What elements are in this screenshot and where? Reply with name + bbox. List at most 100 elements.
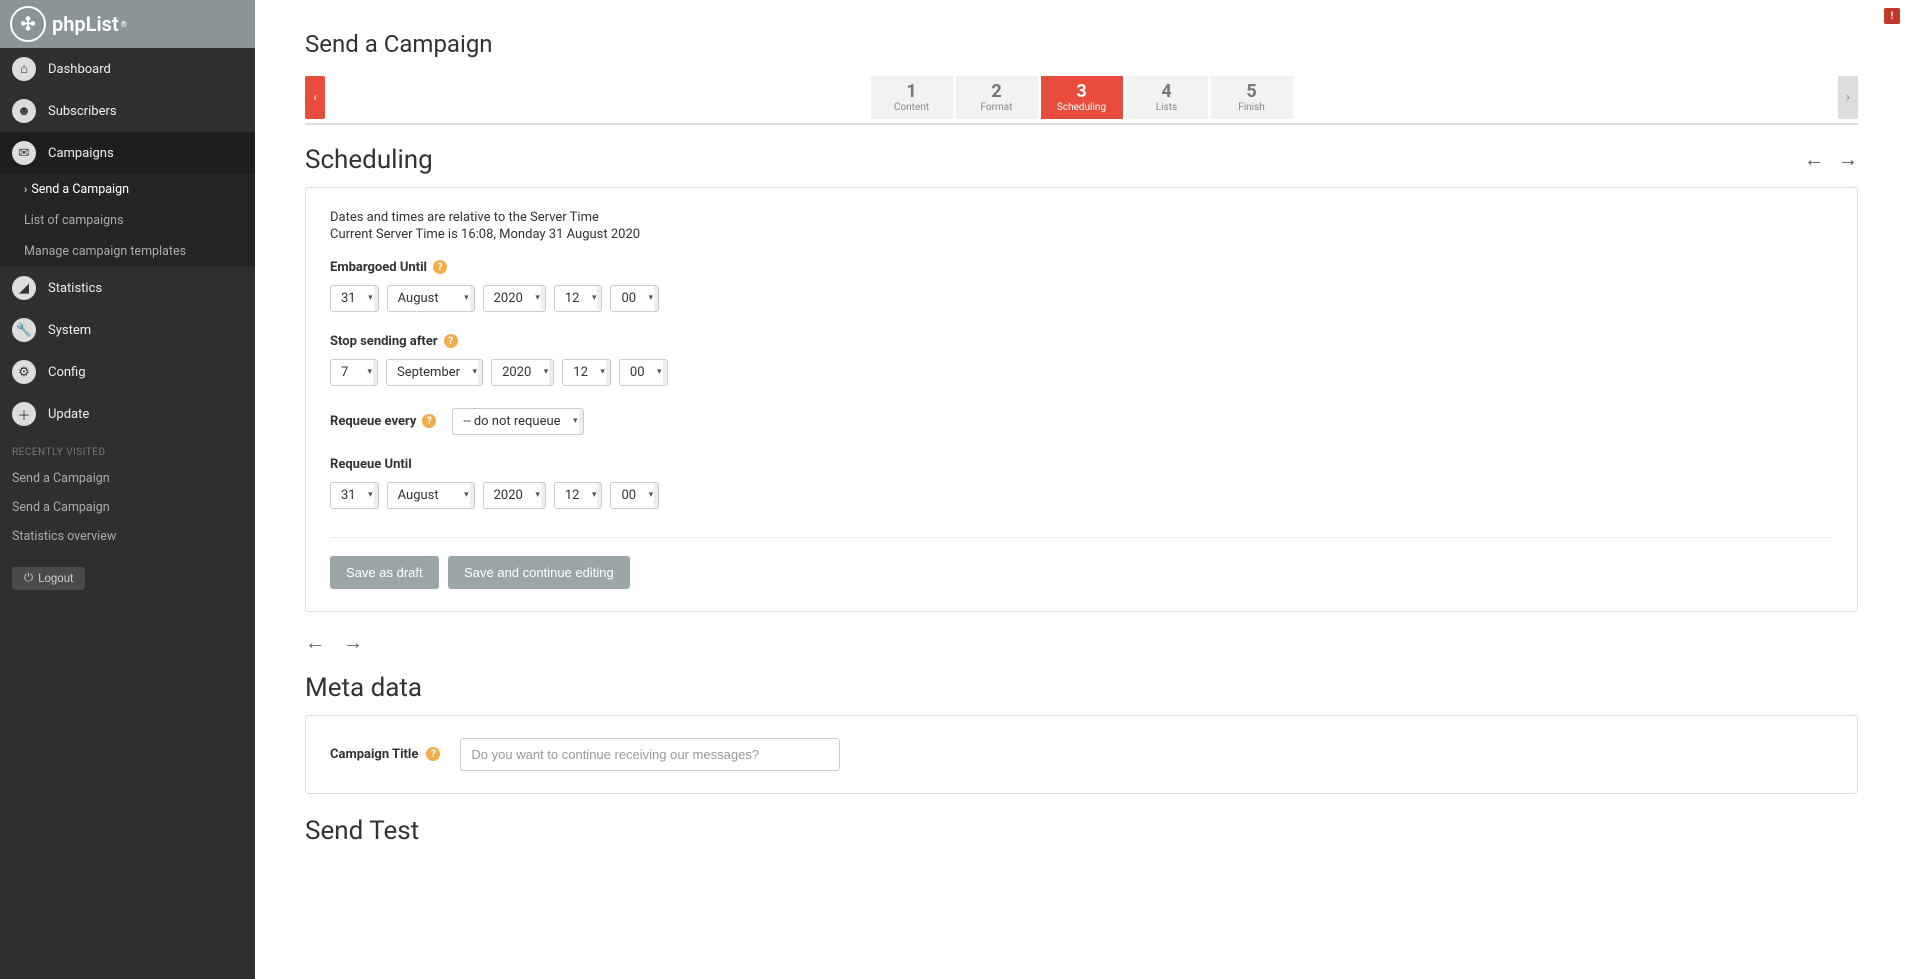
section-prev-arrow[interactable]: ← — [1804, 147, 1824, 172]
stop-year-select[interactable]: 2020 — [491, 359, 554, 386]
help-icon[interactable]: ? — [433, 260, 447, 274]
save-draft-button[interactable]: Save as draft — [330, 556, 439, 589]
wizard-tabs: ‹ 1 Content 2 Format 3 Scheduling 4 List… — [305, 76, 1858, 119]
wizard-label: Content — [875, 102, 949, 113]
requeue-every-select[interactable]: -- do not requeue — [452, 408, 583, 435]
embargoed-day-select[interactable]: 31 — [330, 285, 379, 312]
embargoed-year-select[interactable]: 2020 — [483, 285, 546, 312]
recent-item[interactable]: Send a Campaign — [0, 464, 255, 493]
server-time-note: Dates and times are relative to the Serv… — [330, 210, 1833, 225]
send-test-title: Send Test — [305, 816, 1858, 846]
stop-minute-select[interactable]: 00 — [619, 359, 668, 386]
meta-data-panel: Campaign Title ? — [305, 715, 1858, 794]
section-nav-arrows: ← → — [1804, 147, 1858, 172]
chart-icon: ◢ — [12, 276, 36, 300]
requeue-every-label: Requeue every ? — [330, 414, 436, 429]
campaign-title-input[interactable] — [460, 738, 840, 771]
subnav-label: Send a Campaign — [31, 182, 129, 197]
wizard-tab-finish[interactable]: 5 Finish — [1211, 76, 1293, 119]
chevron-right-icon: › — [24, 183, 27, 196]
logo[interactable]: ✣ phpList® — [10, 6, 127, 42]
wizard-label: Finish — [1215, 102, 1289, 113]
stop-day-select[interactable]: 7 — [330, 359, 378, 386]
nav-update[interactable]: ＋ Update — [0, 393, 255, 435]
wrench-icon: 🔧 — [12, 318, 36, 342]
help-icon[interactable]: ? — [426, 747, 440, 761]
subnav-label: List of campaigns — [24, 213, 124, 228]
nav-label: Subscribers — [48, 104, 117, 119]
nav-config[interactable]: ⚙ Config — [0, 351, 255, 393]
campaign-title-label: Campaign Title — [330, 747, 418, 762]
help-icon[interactable]: ? — [444, 334, 458, 348]
wizard-num: 5 — [1215, 82, 1289, 102]
brand-name: phpList — [52, 12, 119, 36]
nav-label: Statistics — [48, 281, 102, 296]
user-icon: ☻ — [12, 99, 36, 123]
wizard-tab-lists[interactable]: 4 Lists — [1126, 76, 1208, 119]
nav-label: Update — [48, 407, 89, 422]
save-continue-button[interactable]: Save and continue editing — [448, 556, 630, 589]
logout-label: Logout — [38, 573, 73, 585]
subnav-list-campaigns[interactable]: List of campaigns — [0, 205, 255, 236]
bottom-nav: ← → — [305, 630, 1858, 655]
section-next-arrow[interactable]: → — [1838, 147, 1858, 172]
embargoed-label: Embargoed Until ? — [330, 260, 1833, 275]
stop-sending-label: Stop sending after ? — [330, 334, 1833, 349]
nav-statistics[interactable]: ◢ Statistics — [0, 267, 255, 309]
nav-label: Campaigns — [48, 146, 114, 161]
wizard-underline — [305, 123, 1858, 125]
gear-icon: ⚙ — [12, 360, 36, 384]
nav-dashboard[interactable]: ⌂ Dashboard — [0, 48, 255, 90]
nav-label: Config — [48, 365, 86, 380]
help-icon[interactable]: ? — [422, 414, 436, 428]
sidebar-header: ✣ phpList® — [0, 0, 255, 48]
bottom-prev-arrow[interactable]: ← — [305, 630, 325, 655]
nav-subscribers[interactable]: ☻ Subscribers — [0, 90, 255, 132]
embargoed-hour-select[interactable]: 12 — [554, 285, 603, 312]
embargoed-minute-select[interactable]: 00 — [610, 285, 659, 312]
requeue-day-select[interactable]: 31 — [330, 482, 379, 509]
wizard-label: Format — [960, 102, 1034, 113]
campaigns-submenu: › Send a Campaign List of campaigns Mana… — [0, 174, 255, 267]
stop-date-row: 7 September 2020 12 00 — [330, 359, 1833, 386]
wizard-num: 4 — [1130, 82, 1204, 102]
error-badge[interactable]: ! — [1884, 8, 1900, 24]
recent-item[interactable]: Statistics overview — [0, 522, 255, 551]
wizard-prev-button[interactable]: ‹ — [305, 76, 325, 119]
wizard-tab-scheduling[interactable]: 3 Scheduling — [1041, 76, 1123, 119]
bottom-next-arrow[interactable]: → — [343, 630, 363, 655]
wizard-label: Lists — [1130, 102, 1204, 113]
page-title: Send a Campaign — [305, 30, 1858, 58]
plus-icon: ＋ — [12, 402, 36, 426]
requeue-hour-select[interactable]: 12 — [554, 482, 603, 509]
wizard-num: 2 — [960, 82, 1034, 102]
wizard-tab-format[interactable]: 2 Format — [956, 76, 1038, 119]
server-time-value: Current Server Time is 16:08, Monday 31 … — [330, 227, 1833, 242]
nav-system[interactable]: 🔧 System — [0, 309, 255, 351]
home-icon: ⌂ — [12, 57, 36, 81]
nav-label: System — [48, 323, 91, 338]
recent-item[interactable]: Send a Campaign — [0, 493, 255, 522]
stop-month-select[interactable]: September — [386, 359, 483, 386]
logout-button[interactable]: ⏻ Logout — [12, 567, 85, 590]
subnav-templates[interactable]: Manage campaign templates — [0, 236, 255, 267]
nav-campaigns[interactable]: ✉ Campaigns — [0, 132, 255, 174]
requeue-minute-select[interactable]: 00 — [610, 482, 659, 509]
requeue-until-label: Requeue Until — [330, 457, 1833, 472]
subnav-label: Manage campaign templates — [24, 244, 186, 259]
embargoed-month-select[interactable]: August — [387, 285, 475, 312]
subnav-send-campaign[interactable]: › Send a Campaign — [0, 174, 255, 205]
envelope-icon: ✉ — [12, 141, 36, 165]
stop-hour-select[interactable]: 12 — [562, 359, 611, 386]
requeue-until-date-row: 31 August 2020 12 00 — [330, 482, 1833, 509]
wizard-label: Scheduling — [1045, 102, 1119, 113]
wizard-num: 1 — [875, 82, 949, 102]
wizard-tab-content[interactable]: 1 Content — [871, 76, 953, 119]
requeue-year-select[interactable]: 2020 — [483, 482, 546, 509]
divider — [330, 537, 1833, 538]
main-content: Send a Campaign ‹ 1 Content 2 Format 3 S… — [255, 0, 1908, 878]
scheduling-title: Scheduling — [305, 145, 433, 175]
wizard-next-button[interactable]: › — [1838, 76, 1858, 119]
nav-label: Dashboard — [48, 62, 111, 77]
requeue-month-select[interactable]: August — [387, 482, 475, 509]
